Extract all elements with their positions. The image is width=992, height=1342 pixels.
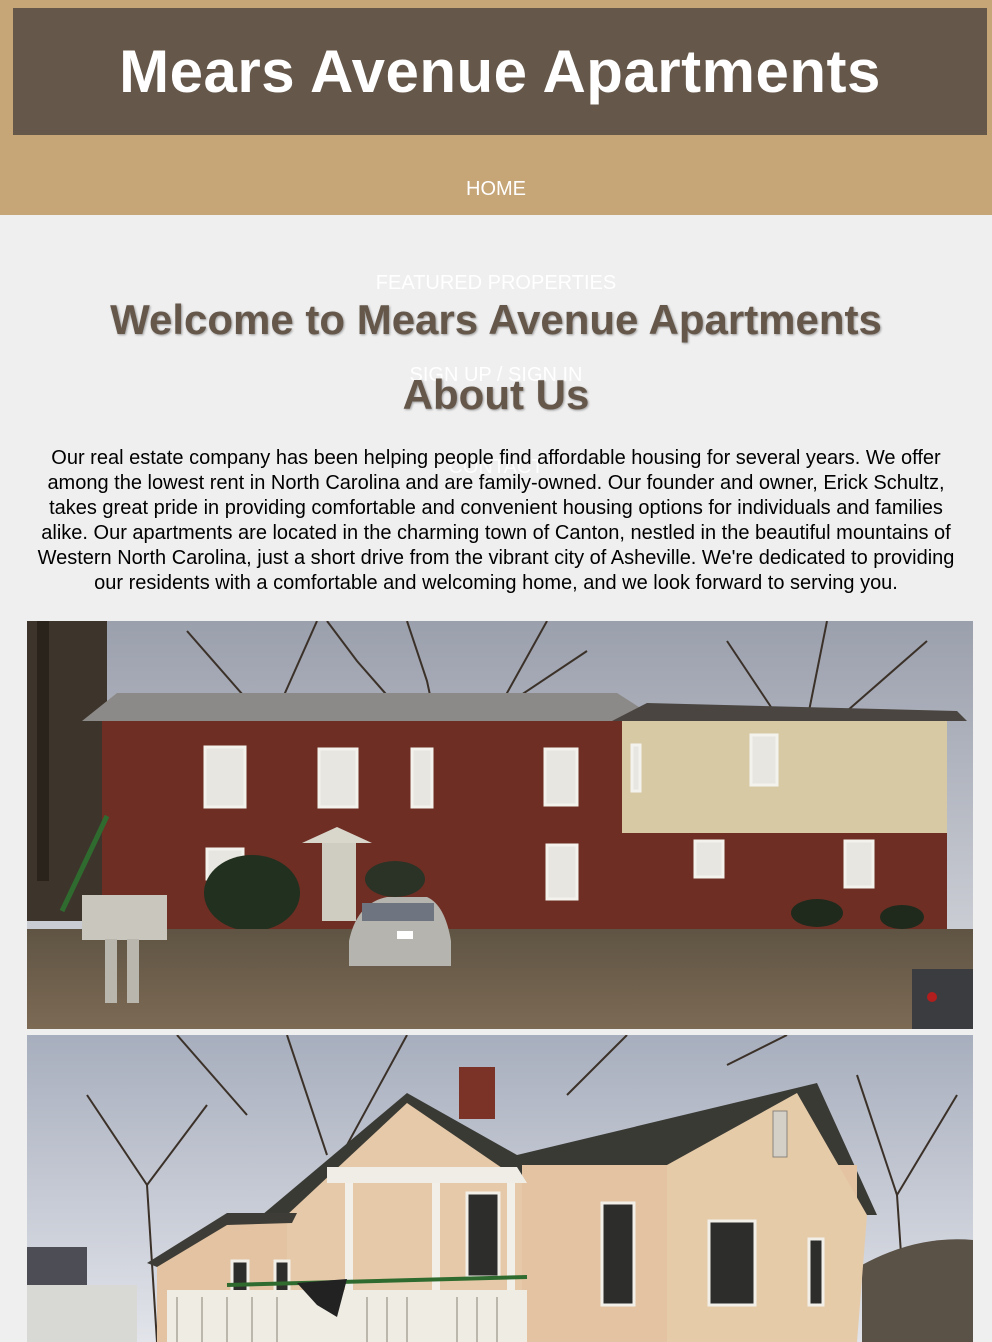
welcome-heading: Welcome to Mears Avenue Apartments bbox=[110, 296, 882, 343]
about-text: Our real estate company has been helping… bbox=[37, 447, 955, 594]
apartment-building-photo bbox=[27, 621, 973, 1029]
about-heading: About Us bbox=[402, 371, 590, 418]
header-band: Mears Avenue Apartments HOME bbox=[0, 0, 992, 215]
nav-featured-properties-link[interactable]: FEATURED PROPERTIES bbox=[0, 272, 992, 295]
house-photo bbox=[27, 1035, 973, 1342]
site-title-box: Mears Avenue Apartments bbox=[13, 8, 987, 135]
site-title: Mears Avenue Apartments bbox=[119, 38, 881, 105]
nav-home-link[interactable]: HOME bbox=[0, 178, 992, 201]
